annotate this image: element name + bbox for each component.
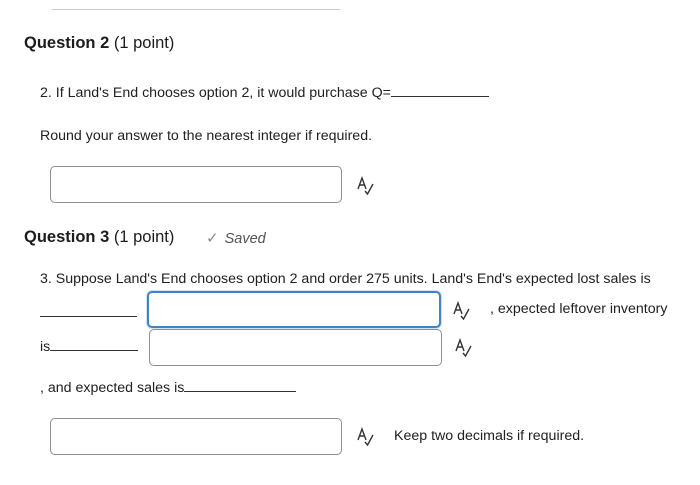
section-divider (52, 9, 340, 10)
leftover-inventory-input[interactable] (149, 329, 442, 366)
expected-sales-blank-line (184, 391, 297, 392)
saved-status: ✓ Saved (206, 229, 266, 247)
question-3-prompt: 3. Suppose Land's End chooses option 2 a… (40, 271, 651, 287)
leftover-inventory-blank-line (50, 350, 139, 351)
spellcheck-icon[interactable] (356, 427, 376, 447)
question-2-prompt: 2. If Land's End chooses option 2, it wo… (40, 85, 391, 101)
saved-label: Saved (224, 231, 266, 247)
question-2-title: Question 2 (24, 34, 110, 52)
question-3-header: Question 3 (1 point) (24, 228, 174, 247)
question-3-points: (1 point) (113, 228, 175, 246)
spellcheck-icon[interactable] (454, 338, 474, 358)
question-2-points: (1 point) (113, 34, 175, 52)
question-2-header: Question 2 (1 point) (24, 34, 174, 53)
keep-decimals-note: Keep two decimals if required. (394, 428, 585, 444)
is-label-line: is (40, 339, 139, 355)
question-2-rounding-note: Round your answer to the nearest integer… (40, 128, 373, 144)
spellcheck-icon[interactable] (452, 301, 472, 321)
is-label: is (40, 339, 51, 355)
question-2-answer-input[interactable] (50, 166, 342, 203)
question-3-title: Question 3 (24, 228, 110, 246)
checkmark-icon: ✓ (206, 230, 219, 247)
expected-sales-line: , and expected sales is (40, 380, 297, 396)
lost-sales-blank-line (40, 316, 137, 317)
lost-sales-input[interactable] (147, 291, 441, 328)
leftover-inventory-label: , expected leftover inventory (490, 301, 668, 317)
expected-sales-input[interactable] (50, 418, 342, 455)
answer-blank-line (390, 96, 489, 97)
expected-sales-label: , and expected sales is (40, 380, 185, 396)
question-2-prompt-line: 2. If Land's End chooses option 2, it wo… (40, 85, 489, 101)
spellcheck-icon[interactable] (356, 176, 376, 196)
